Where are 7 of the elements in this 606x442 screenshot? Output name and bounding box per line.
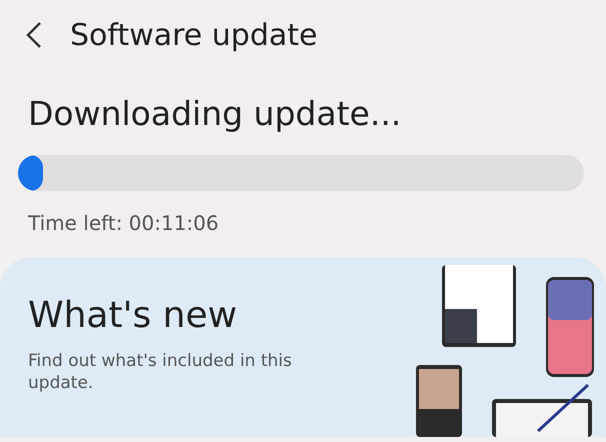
back-icon[interactable] <box>26 21 42 49</box>
whats-new-description: Find out what's included in this update. <box>28 350 293 394</box>
whats-new-title: What's new <box>28 295 238 336</box>
status-heading: Downloading update... <box>27 93 402 133</box>
time-left: Time left: 00:11:06 <box>27 210 220 235</box>
page-title: Software update <box>70 18 318 52</box>
whats-new-card[interactable]: What's new Find out what's included in this update. <box>0 257 606 437</box>
